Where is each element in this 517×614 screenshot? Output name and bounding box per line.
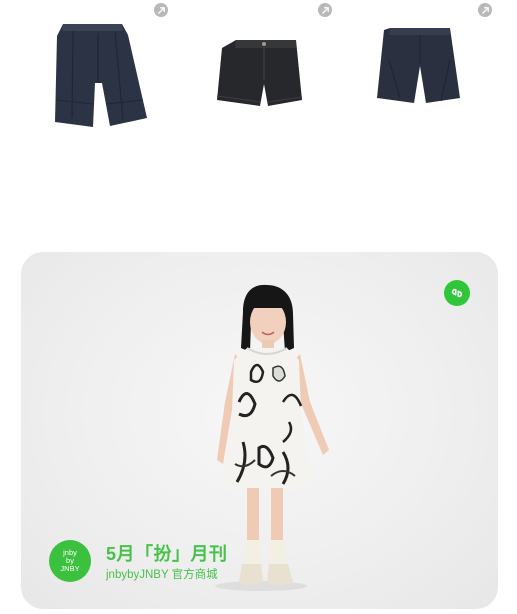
campaign-title: 5月「扮」月刊: [106, 544, 228, 564]
product-card-1[interactable]: [20, 0, 180, 140]
mini-program-link-icon[interactable]: [154, 3, 168, 17]
mini-program-link-icon[interactable]: [478, 3, 492, 17]
mini-program-banner-card[interactable]: jnby by JNBY 5月「扮」月刊 jnbybyJNBY 官方商城: [21, 252, 498, 609]
product-card-3[interactable]: [340, 0, 500, 140]
product-image-navy-wide-shorts: [377, 28, 460, 103]
product-image-navy-cropped-wide-shorts: [55, 24, 147, 127]
product-image-dark-denim-shorts: [216, 40, 303, 106]
product-row: [0, 0, 517, 140]
brand-store-name: jnbybyJNBY 官方商城: [106, 569, 218, 581]
brand-logo-line-3: JNBY: [60, 564, 80, 573]
brand-logo: jnby by JNBY: [49, 540, 91, 582]
mini-program-link-icon[interactable]: [318, 3, 332, 17]
banner-photo-child-in-rabbit-print-dress: [215, 284, 329, 591]
product-card-2[interactable]: [180, 0, 340, 140]
